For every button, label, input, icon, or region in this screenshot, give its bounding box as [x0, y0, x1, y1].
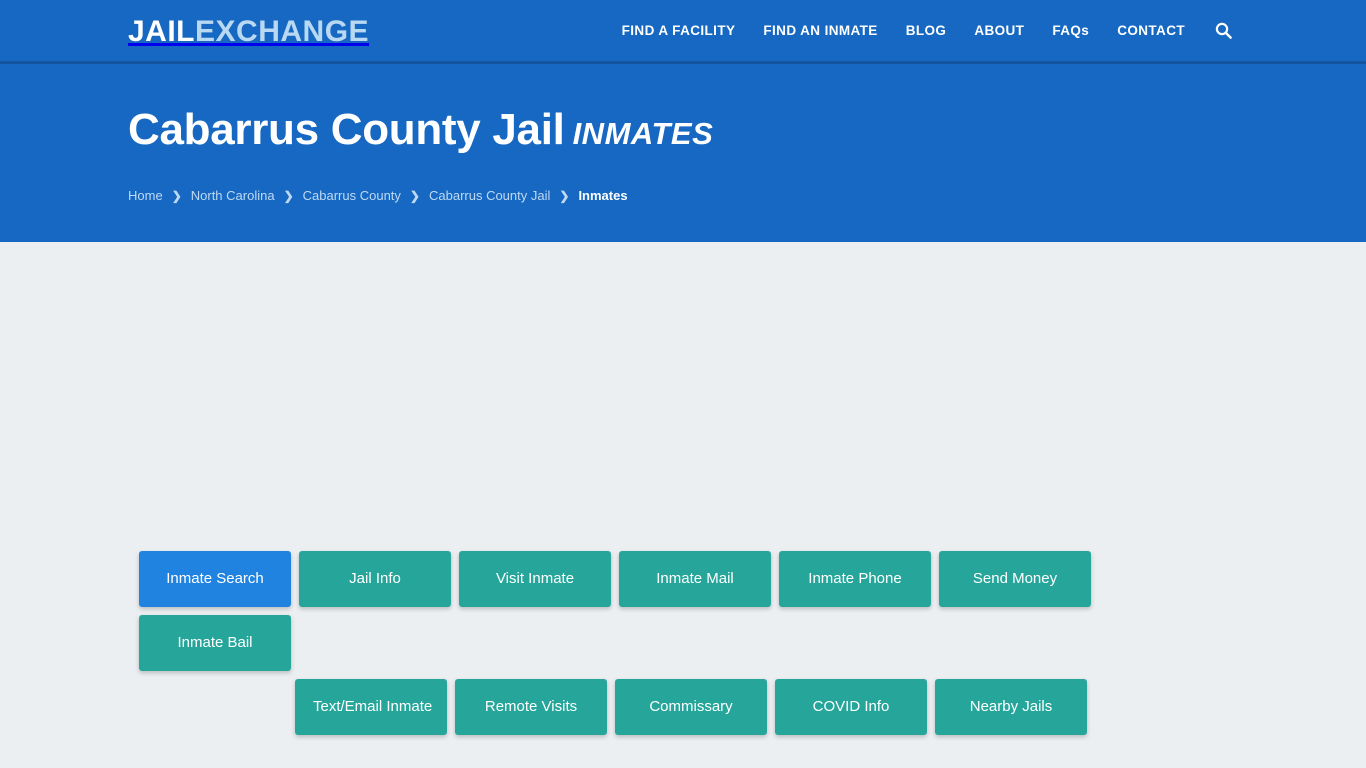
tab-nearby-jails[interactable]: Nearby Jails	[935, 679, 1087, 735]
main-content-area: Inmate Search Jail Info Visit Inmate Inm…	[0, 242, 1366, 768]
tab-inmate-search[interactable]: Inmate Search	[139, 551, 291, 607]
tab-row-secondary: Text/Email Inmate Remote Visits Commissa…	[139, 679, 1229, 735]
hero-banner: Cabarrus County Jail INMATES Home ❯ North…	[0, 64, 1366, 242]
breadcrumb-item-inmates-current: Inmates	[578, 188, 628, 203]
tab-inmate-phone[interactable]: Inmate Phone	[779, 551, 931, 607]
tab-jail-info[interactable]: Jail Info	[299, 551, 451, 607]
page-title: Cabarrus County Jail INMATES	[128, 104, 713, 160]
nav-item-faqs[interactable]: FAQs	[1038, 0, 1103, 61]
facility-tab-navigation: Inmate Search Jail Info Visit Inmate Inm…	[139, 551, 1229, 743]
breadcrumb-chevron-right-icon: ❯	[559, 188, 570, 203]
search-icon	[1215, 22, 1232, 39]
breadcrumb-item-home[interactable]: Home	[128, 188, 163, 203]
tab-text-email-inmate[interactable]: Text/Email Inmate	[295, 679, 447, 735]
breadcrumb-chevron-right-icon: ❯	[283, 188, 294, 203]
logo-text-jail: JAIL	[128, 15, 196, 48]
search-toggle-button[interactable]	[1199, 0, 1240, 61]
tab-row-primary: Inmate Search Jail Info Visit Inmate Inm…	[139, 551, 1229, 671]
nav-item-find-an-inmate[interactable]: FIND AN INMATE	[749, 0, 891, 61]
nav-item-blog[interactable]: BLOG	[892, 0, 961, 61]
main-menu: FIND A FACILITY FIND AN INMATE BLOG ABOU…	[608, 0, 1240, 61]
nav-item-about[interactable]: ABOUT	[960, 0, 1038, 61]
page-root: JAILEXCHANGE FIND A FACILITY FIND AN INM…	[0, 0, 1366, 768]
site-logo[interactable]: JAILEXCHANGE	[128, 16, 369, 48]
nav-item-contact[interactable]: CONTACT	[1103, 0, 1199, 61]
tab-remote-visits[interactable]: Remote Visits	[455, 679, 607, 735]
breadcrumb-item-north-carolina[interactable]: North Carolina	[191, 188, 275, 203]
page-title-main: Cabarrus County Jail	[128, 105, 565, 154]
breadcrumb-item-cabarrus-county[interactable]: Cabarrus County	[303, 188, 401, 203]
top-navigation-bar: JAILEXCHANGE FIND A FACILITY FIND AN INM…	[0, 0, 1366, 64]
tab-send-money[interactable]: Send Money	[939, 551, 1091, 607]
nav-item-find-a-facility[interactable]: FIND A FACILITY	[608, 0, 750, 61]
logo-text-exchange: EXCHANGE	[195, 15, 370, 48]
tab-inmate-bail[interactable]: Inmate Bail	[139, 615, 291, 671]
tab-inmate-mail[interactable]: Inmate Mail	[619, 551, 771, 607]
hero-content: Cabarrus County Jail INMATES Home ❯ North…	[128, 64, 713, 203]
breadcrumb-chevron-right-icon: ❯	[171, 188, 182, 203]
breadcrumb-item-cabarrus-county-jail[interactable]: Cabarrus County Jail	[429, 188, 550, 203]
tab-commissary[interactable]: Commissary	[615, 679, 767, 735]
page-title-suffix: INMATES	[572, 116, 714, 151]
tab-covid-info[interactable]: COVID Info	[775, 679, 927, 735]
tab-visit-inmate[interactable]: Visit Inmate	[459, 551, 611, 607]
breadcrumb: Home ❯ North Carolina ❯ Cabarrus County …	[128, 188, 713, 203]
breadcrumb-chevron-right-icon: ❯	[409, 188, 420, 203]
